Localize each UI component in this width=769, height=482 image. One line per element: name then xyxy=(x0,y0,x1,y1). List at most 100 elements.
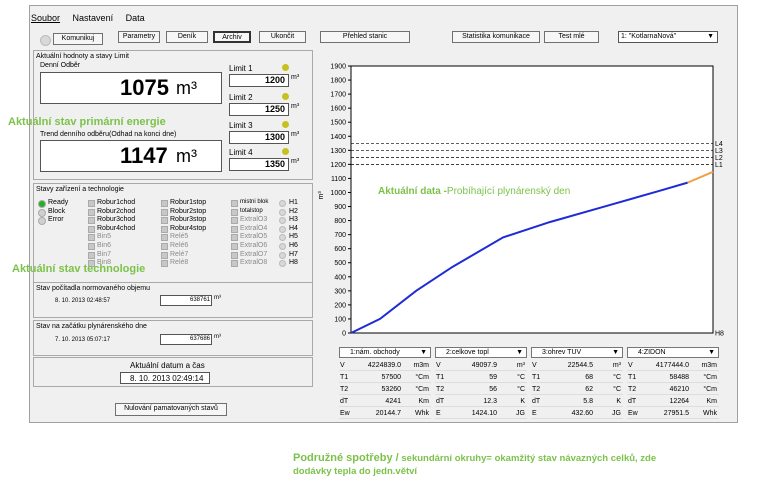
state-h-indicator xyxy=(279,208,286,216)
menu-data[interactable]: Data xyxy=(126,13,145,23)
sub-panel-row: T1 58488 °Cm xyxy=(627,372,719,383)
sub-panel-value: 53260 xyxy=(381,386,401,393)
daystart-value: 637686 xyxy=(190,336,211,342)
sub-panel-value: 1424.10 xyxy=(471,410,497,417)
state-label: Bin6 xyxy=(97,242,112,249)
annotation-chart-prefix: Aktuální data - xyxy=(378,186,447,197)
sub-panel-select[interactable]: 1:nám. obchody ▼ xyxy=(339,347,431,358)
state-indicator xyxy=(161,208,168,216)
state-indicator xyxy=(88,251,95,259)
sub-panel-unit: K xyxy=(520,398,525,405)
sub-panel-title: 4:ZIDON xyxy=(638,349,666,356)
menu-soubor[interactable]: Soubor xyxy=(31,13,60,23)
sub-panel-unit: °Cm xyxy=(415,386,429,393)
counter-title: Stav počítadla normovaného objemu xyxy=(36,285,151,292)
state-indicator xyxy=(231,234,238,242)
trend-label: Trend denního odběru(Odhad na konci dne) xyxy=(40,131,177,138)
chevron-down-icon: ▼ xyxy=(516,349,523,356)
sub-panel-unit: JG xyxy=(516,410,525,417)
limit-2-label: Limit 2 xyxy=(229,93,253,102)
stations-overview-button[interactable]: Přehled stanic xyxy=(320,31,410,43)
y-tick-label: 200 xyxy=(334,302,346,309)
state-indicator xyxy=(88,217,95,225)
sub-panel-unit: m³ xyxy=(516,362,525,369)
annotation-chart-suffix: Probíhající plynárenský den xyxy=(446,186,571,197)
sub-panel-select[interactable]: 3:ohrev TUV ▼ xyxy=(531,347,623,358)
y-tick-label: 700 xyxy=(334,232,346,239)
sub-panel-value: 12264 xyxy=(669,398,689,405)
state-indicator xyxy=(231,243,238,250)
state-label: H1 xyxy=(289,199,298,206)
archive-button[interactable]: Archiv xyxy=(213,31,251,43)
menu-bar: Soubor Nastavení Data xyxy=(31,13,155,25)
sub-panel-row: T2 53260 °Cm xyxy=(339,384,431,395)
state-indicator xyxy=(161,234,168,242)
sub-panel-value: 22544.5 xyxy=(567,362,593,369)
quit-button[interactable]: Ukončit xyxy=(259,31,306,43)
sub-panel-unit: °C xyxy=(517,374,525,381)
state-h-indicator xyxy=(279,200,286,207)
limit-4-indicator xyxy=(282,148,289,155)
sub-panel-key: dT xyxy=(340,398,349,405)
sub-panel-key: T2 xyxy=(628,386,637,393)
limit-1-indicator xyxy=(282,64,289,71)
connect-button[interactable]: Komunikuj xyxy=(53,33,103,45)
state-h-indicator xyxy=(279,225,286,233)
state-label: Robur3chod xyxy=(97,216,136,224)
test-button[interactable]: Test mlé xyxy=(544,31,599,43)
y-tick-label: 300 xyxy=(334,288,346,295)
state-label: Robur2chod xyxy=(97,207,136,215)
y-tick-label: 1800 xyxy=(330,78,346,85)
state-label: Robur3stop xyxy=(170,216,207,224)
datetime-title: Aktuální datum a čas xyxy=(130,361,205,370)
menu-nastaveni[interactable]: Nastavení xyxy=(73,13,114,23)
sub-panel-value: 49097.9 xyxy=(471,362,497,369)
state-label: H7 xyxy=(289,250,298,258)
state-h-indicator xyxy=(279,251,286,259)
state-indicator xyxy=(231,208,238,216)
sub-panel-value: 57500 xyxy=(381,374,401,381)
sub-panel-value: 56 xyxy=(489,386,497,393)
station-select[interactable]: 1: "KotlarnaNová" ▼ xyxy=(618,31,718,43)
sub-panel-unit: °Cm xyxy=(415,374,429,381)
limit-2-unit: m³ xyxy=(291,103,300,110)
sub-panel-unit: °C xyxy=(613,374,621,381)
sub-panel-value: 4224839.0 xyxy=(367,362,401,369)
sub-panel-key: dT xyxy=(436,398,445,405)
state-label: Robur2stop xyxy=(170,207,207,215)
annotation-footer-rest: sekundární okruhy= okamžitý stav návazný… xyxy=(398,453,657,464)
counter-unit: m³ xyxy=(214,295,221,301)
comm-stats-button[interactable]: Statistika komunikace xyxy=(452,31,540,43)
state-h-indicator xyxy=(279,243,286,250)
values-panel-title: Aktuální hodnoty a stavy Limit xyxy=(36,53,129,60)
counter-value: 638761 xyxy=(190,297,211,303)
sub-panel-select[interactable]: 2:celkove topl ▼ xyxy=(435,347,527,358)
sub-panel-key: E xyxy=(532,410,537,417)
sub-panel-unit: K xyxy=(616,398,621,405)
sub-panel-row: T2 56 °C xyxy=(435,384,527,395)
sub-panel-row: V 4224839.0 m3m xyxy=(339,360,431,371)
sub-panel-select[interactable]: 4:ZIDON ▼ xyxy=(627,347,719,358)
sub-panel-unit: m3m xyxy=(701,362,717,369)
annotation-footer: Podružné spotřeby / sekundární okruhy= o… xyxy=(293,452,656,478)
state-label: H8 xyxy=(289,259,298,267)
chart-plot-area xyxy=(350,65,714,334)
y-tick-label: 600 xyxy=(334,246,346,253)
y-tick-label: 1600 xyxy=(330,106,346,113)
sub-panel-unit: Whk xyxy=(415,410,429,417)
state-indicator xyxy=(231,260,238,268)
state-label: Relé7 xyxy=(170,250,189,258)
reset-states-button[interactable]: Nulování pamatovaných stavů xyxy=(115,403,227,416)
state-label: Bin5 xyxy=(97,233,112,241)
state-indicator xyxy=(88,243,95,250)
params-button[interactable]: Parametry xyxy=(118,31,160,43)
limit-3-indicator xyxy=(282,121,289,128)
limit-4-label: Limit 4 xyxy=(229,148,253,157)
sub-panel: 4:ZIDON ▼ V 4177444.0 m3m T1 58488 °Cm T2 46210 °C… xyxy=(627,347,719,422)
diary-button[interactable]: Deník xyxy=(166,31,208,43)
state-block-indicator xyxy=(38,208,46,217)
sub-panel-key: T1 xyxy=(436,374,445,381)
sub-panel: 1:nám. obchody ▼ V 4224839.0 m3m T1 57500 °Cm T2… xyxy=(339,347,431,422)
state-indicator xyxy=(88,200,95,207)
y-tick-label: 1500 xyxy=(330,120,346,127)
